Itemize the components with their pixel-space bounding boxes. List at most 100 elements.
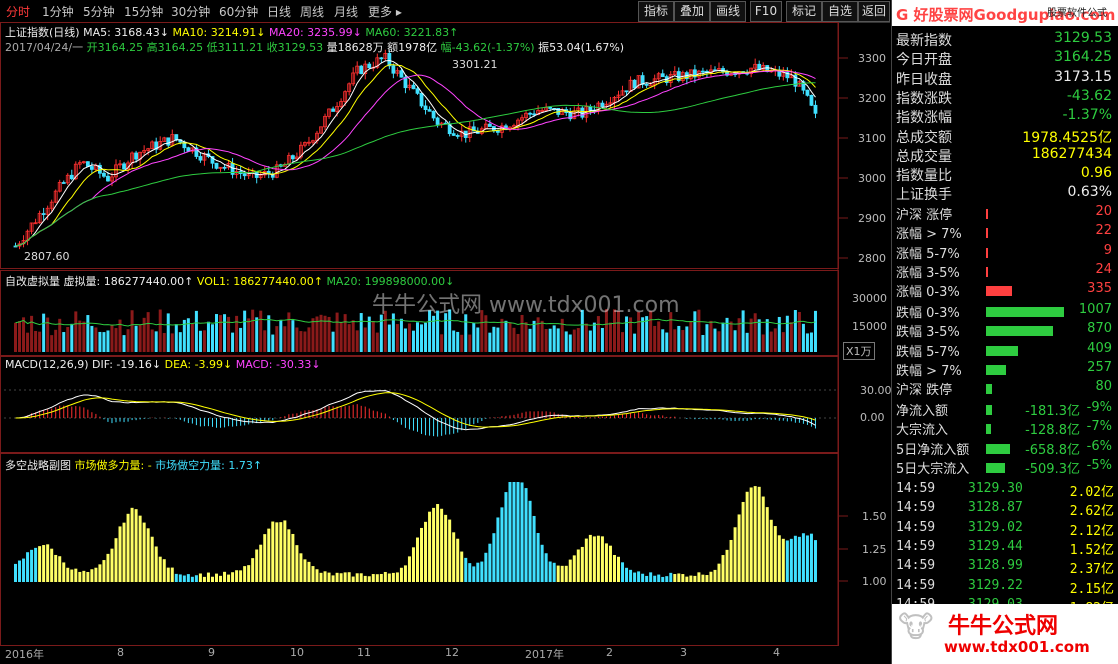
- candle-body: [455, 135, 460, 137]
- strategy-bar: [243, 566, 247, 582]
- volume-bar: [689, 321, 693, 352]
- strategy-bar: [102, 560, 106, 582]
- price-axis-3100: 3100: [858, 132, 886, 145]
- date-label-sep: 9: [208, 646, 215, 659]
- strategy-bar: [617, 556, 620, 582]
- strategy-bar: [520, 482, 524, 582]
- strategy-bar: [677, 573, 681, 582]
- volume-bar: [476, 327, 480, 352]
- volume-bar: [761, 334, 765, 352]
- strategy-bar: [649, 572, 653, 582]
- date-label-oct: 10: [290, 646, 304, 659]
- strategy-bar: [532, 515, 536, 582]
- strategy-bar: [757, 486, 761, 582]
- strategy-bar: [416, 537, 419, 582]
- volume-bar: [789, 322, 793, 352]
- volume-bar: [247, 318, 251, 352]
- stat-value: 0.96: [1080, 165, 1112, 182]
- volume-panel-header: 自改虚拟量 虚拟量: 186277440.00↑ VOL1: 186277440…: [5, 273, 454, 289]
- strategy-bar: [174, 573, 178, 582]
- volume-bar: [126, 329, 130, 352]
- tick-amount: 2.02亿: [1069, 485, 1114, 500]
- volume-bar: [721, 322, 725, 352]
- stat-label: 总成交量: [896, 148, 952, 165]
- candle-body: [624, 90, 629, 93]
- brand-subtext: 股票软件公式: [1047, 8, 1107, 19]
- candle-body: [757, 63, 762, 70]
- strategy-bar: [805, 535, 809, 582]
- candle-body: [399, 70, 404, 78]
- strategy-bar: [420, 527, 424, 582]
- stat-value: 0.63%: [1067, 184, 1112, 201]
- volume-bar: [444, 313, 448, 352]
- strategy-bar: [540, 544, 544, 582]
- strategy-bar: [621, 562, 625, 582]
- strategy-bar: [669, 572, 673, 582]
- volume-bar: [98, 331, 102, 352]
- strategy-bar: [813, 540, 817, 582]
- volume-bar: [641, 317, 645, 352]
- flow-pct: -7%: [1086, 419, 1112, 435]
- breadth-row: 沪深 涨停 20: [894, 204, 1116, 223]
- strategy-bar: [347, 572, 351, 582]
- tick-price: 3129.44: [968, 538, 1023, 554]
- volume-bar: [793, 310, 797, 352]
- strategy-bar: [223, 571, 227, 582]
- strategy-bar: [709, 571, 713, 582]
- strategy-bar: [106, 553, 110, 582]
- flow-value: -509.3亿: [1025, 461, 1080, 477]
- volume-bar: [206, 321, 210, 352]
- volume-bar: [114, 328, 118, 352]
- strategy-bar: [307, 561, 311, 582]
- volume-bar: [174, 324, 178, 352]
- volume-bar: [809, 332, 813, 352]
- candle-body: [69, 174, 74, 180]
- candle-body: [214, 162, 219, 169]
- volume-bar: [371, 321, 375, 352]
- tick-row: 14:59 3129.44 1.52亿: [894, 539, 1116, 558]
- strategy-bar: [331, 575, 335, 582]
- ma10-readout: MA10: 3214.91↓: [172, 26, 266, 39]
- flow-pct: -9%: [1086, 400, 1112, 415]
- volume-bar: [154, 331, 158, 352]
- strategy-bar: [484, 552, 488, 582]
- flow-row: 大宗流入 -128.8亿 -7%: [894, 419, 1116, 438]
- strategy-panel-header: 多空战略副图 市场做多力量: - 市场做空力量: 1.73↑: [5, 457, 262, 473]
- volume-bar: [347, 324, 351, 352]
- tick-time: 14:59: [896, 500, 936, 516]
- volume-bar: [74, 311, 78, 352]
- kline-chart-canvas[interactable]: 牛牛公式网 www.tdx001.com: [0, 0, 890, 664]
- watermark: 牛牛公式网 www.tdx001.com: [372, 293, 680, 318]
- strategy-bar: [468, 563, 472, 582]
- strategy-bar: [110, 548, 114, 582]
- volume-bar: [194, 310, 198, 352]
- strategy-bar: [407, 556, 411, 582]
- strategy-bar: [62, 562, 66, 582]
- strategy-bar: [291, 533, 295, 582]
- strategy-bar: [428, 511, 432, 582]
- volume-bar: [625, 316, 629, 352]
- volume-bar: [500, 318, 504, 352]
- strategy-bar: [576, 549, 580, 582]
- long-power-readout: 市场做多力量: -: [74, 459, 152, 472]
- volume-bar: [259, 310, 263, 352]
- volume-bar: [102, 332, 106, 352]
- volume-bar: [379, 314, 383, 352]
- volume-bar: [50, 335, 54, 352]
- strategy-bar: [26, 552, 30, 582]
- strategy-bar: [66, 567, 70, 582]
- price-axis-2800: 2800: [858, 252, 886, 265]
- strategy-bar: [452, 532, 456, 582]
- strategy-bar: [42, 545, 46, 582]
- volume-bar: [142, 317, 146, 352]
- volume-bar: [279, 319, 283, 352]
- stat-value: -43.62: [1066, 87, 1112, 104]
- volume-bar: [335, 312, 339, 352]
- strategy-bar: [134, 509, 138, 582]
- volume-bar: [544, 329, 548, 352]
- breadth-bar: [986, 209, 988, 219]
- volume-bar: [106, 330, 110, 352]
- breadth-label: 跌幅 3-5%: [896, 325, 960, 341]
- strategy-bar: [612, 555, 616, 582]
- strategy-bar: [363, 575, 367, 582]
